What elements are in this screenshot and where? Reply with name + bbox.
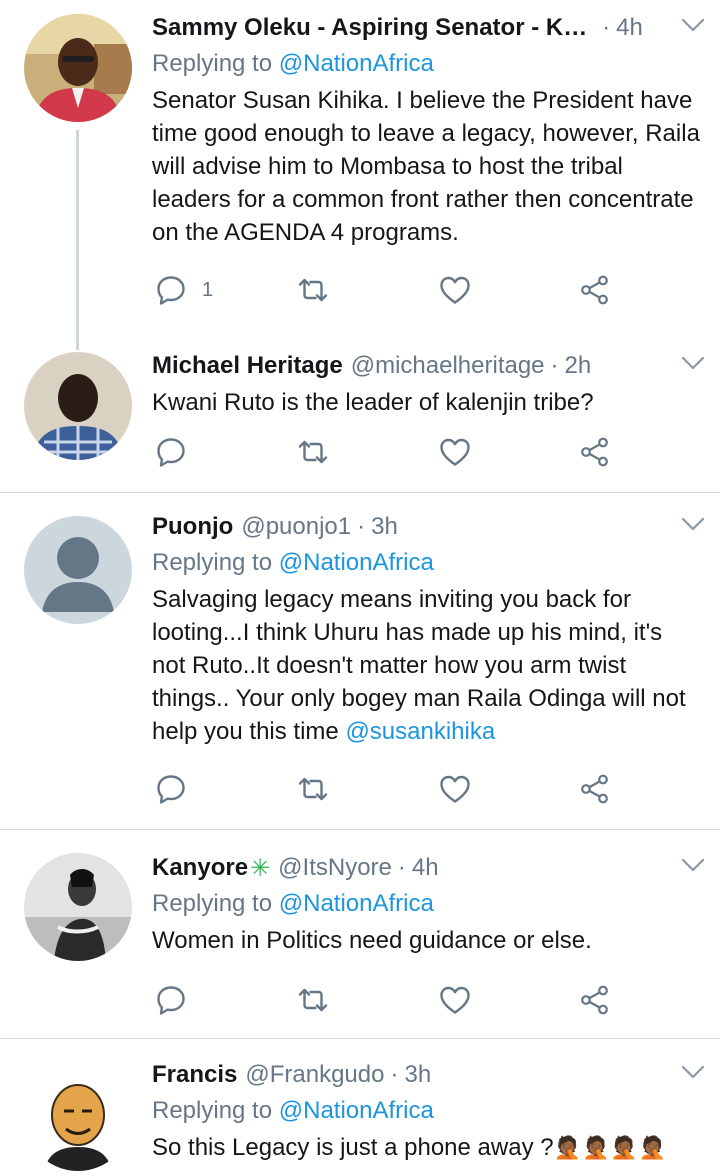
author-name[interactable]: Michael Heritage	[152, 352, 343, 380]
share-icon	[578, 983, 612, 1017]
avatar[interactable]	[24, 352, 132, 460]
tweet-header: Michael Heritage @michaelheritage · 2h	[152, 348, 702, 384]
share-button[interactable]	[578, 980, 612, 1020]
share-button[interactable]	[578, 432, 612, 472]
avatar[interactable]	[24, 853, 132, 961]
tweet-actions	[152, 432, 632, 472]
tweet-header: Puonjo @puonjo1 · 3h	[152, 509, 702, 545]
tweet-time[interactable]: 4h	[412, 854, 439, 882]
avatar[interactable]	[24, 516, 132, 624]
heart-icon	[438, 983, 472, 1017]
share-button[interactable]	[578, 270, 612, 310]
tweet-text: Salvaging legacy means inviting you back…	[152, 583, 702, 748]
share-icon	[578, 273, 612, 307]
reply-count: 1	[202, 278, 214, 301]
tweet-actions: 1	[152, 270, 632, 310]
heart-icon	[438, 273, 472, 307]
like-button[interactable]	[438, 432, 472, 472]
chevron-down-icon[interactable]	[680, 350, 706, 376]
reply-icon	[154, 772, 188, 806]
avatar[interactable]	[24, 14, 132, 122]
like-button[interactable]	[438, 270, 472, 310]
retweet-icon	[296, 273, 330, 307]
replying-to: Replying to @NationAfrica	[152, 547, 702, 579]
tweet[interactable]: Puonjo @puonjo1 · 3h Replying to @Nation…	[0, 493, 720, 829]
tweet-actions	[152, 769, 632, 809]
tweet-time[interactable]: 3h	[404, 1061, 431, 1089]
reply-to-mention[interactable]: @NationAfrica	[279, 1097, 434, 1124]
author-name[interactable]: Puonjo	[152, 513, 233, 541]
retweet-button[interactable]	[296, 769, 330, 809]
reply-icon	[154, 435, 188, 469]
reply-to-mention[interactable]: @NationAfrica	[279, 549, 434, 576]
share-icon	[578, 435, 612, 469]
tweet-text: So this Legacy is just a phone away ?🤦🏾🤦…	[152, 1131, 702, 1164]
tweet-header: Francis @Frankgudo · 3h	[152, 1057, 702, 1093]
share-icon	[578, 772, 612, 806]
heart-icon	[438, 772, 472, 806]
reply-button[interactable]	[154, 432, 188, 472]
retweet-button[interactable]	[296, 270, 330, 310]
tweet-text-main: So this Legacy is just a phone away ?	[152, 1134, 554, 1161]
reply-to-mention[interactable]: @NationAfrica	[279, 50, 434, 77]
separator-dot: ·	[390, 1061, 399, 1088]
separator-dot: ·	[357, 513, 366, 540]
reply-icon	[154, 983, 188, 1017]
tweet[interactable]: Michael Heritage @michaelheritage · 2h K…	[0, 340, 720, 492]
retweet-icon	[296, 983, 330, 1017]
sparkle-icon: ✳	[250, 854, 271, 882]
author-handle[interactable]: @Frankgudo	[245, 1061, 384, 1089]
author-name[interactable]: Francis	[152, 1061, 237, 1089]
chevron-down-icon[interactable]	[680, 852, 706, 878]
replying-to-label: Replying to	[152, 890, 273, 917]
tweet-time[interactable]: 4h	[616, 14, 643, 42]
replying-to: Replying to @NationAfrica	[152, 48, 702, 80]
chevron-down-icon[interactable]	[680, 511, 706, 537]
tweet[interactable]: Kanyore ✳ @ItsNyore · 4h Replying to @Na…	[0, 830, 720, 1038]
like-button[interactable]	[438, 980, 472, 1020]
chevron-down-icon[interactable]	[680, 1059, 706, 1085]
tweet[interactable]: Francis @Frankgudo · 3h Replying to @Nat…	[0, 1039, 720, 1172]
retweet-icon	[296, 772, 330, 806]
separator-dot: ·	[550, 352, 559, 379]
reply-button[interactable]	[154, 980, 188, 1020]
replying-to-label: Replying to	[152, 50, 273, 77]
separator-dot: ·	[397, 854, 406, 881]
retweet-icon	[296, 435, 330, 469]
tweet-header: Sammy Oleku - Aspiring Senator - KJ... ·…	[152, 10, 702, 46]
tweet-text: Senator Susan Kihika. I believe the Pres…	[152, 87, 700, 246]
reply-icon	[154, 273, 188, 307]
heart-icon	[438, 435, 472, 469]
author-name[interactable]: Kanyore	[152, 854, 248, 882]
replying-to-label: Replying to	[152, 1097, 273, 1124]
reply-button[interactable]	[154, 769, 188, 809]
replying-to: Replying to @NationAfrica	[152, 888, 702, 920]
facepalm-emoji: 🤦🏾🤦🏾🤦🏾🤦🏾	[553, 1135, 668, 1160]
retweet-button[interactable]	[296, 432, 330, 472]
tweet-actions	[152, 980, 632, 1020]
text-mention[interactable]: @susankihika	[345, 718, 495, 745]
replying-to-label: Replying to	[152, 549, 273, 576]
avatar[interactable]	[24, 1063, 132, 1171]
author-handle[interactable]: @puonjo1	[241, 513, 351, 541]
author-handle[interactable]: @michaelheritage	[351, 352, 545, 380]
replying-to: Replying to @NationAfrica	[152, 1095, 702, 1127]
retweet-button[interactable]	[296, 980, 330, 1020]
reply-button[interactable]: 1	[154, 270, 213, 310]
share-button[interactable]	[578, 769, 612, 809]
tweet-header: Kanyore ✳ @ItsNyore · 4h	[152, 850, 702, 886]
tweet-time[interactable]: 2h	[565, 352, 592, 380]
separator-dot: ·	[602, 14, 611, 41]
tweet-text: Women in Politics need guidance or else.	[152, 927, 592, 954]
author-handle[interactable]: @ItsNyore	[278, 854, 392, 882]
tweet-text: Kwani Ruto is the leader of kalenjin tri…	[152, 389, 594, 416]
author-name[interactable]: Sammy Oleku - Aspiring Senator - KJ...	[152, 14, 590, 42]
like-button[interactable]	[438, 769, 472, 809]
reply-to-mention[interactable]: @NationAfrica	[279, 890, 434, 917]
tweet-time[interactable]: 3h	[371, 513, 398, 541]
chevron-down-icon[interactable]	[680, 12, 706, 38]
tweet[interactable]: Sammy Oleku - Aspiring Senator - KJ... ·…	[0, 0, 720, 340]
